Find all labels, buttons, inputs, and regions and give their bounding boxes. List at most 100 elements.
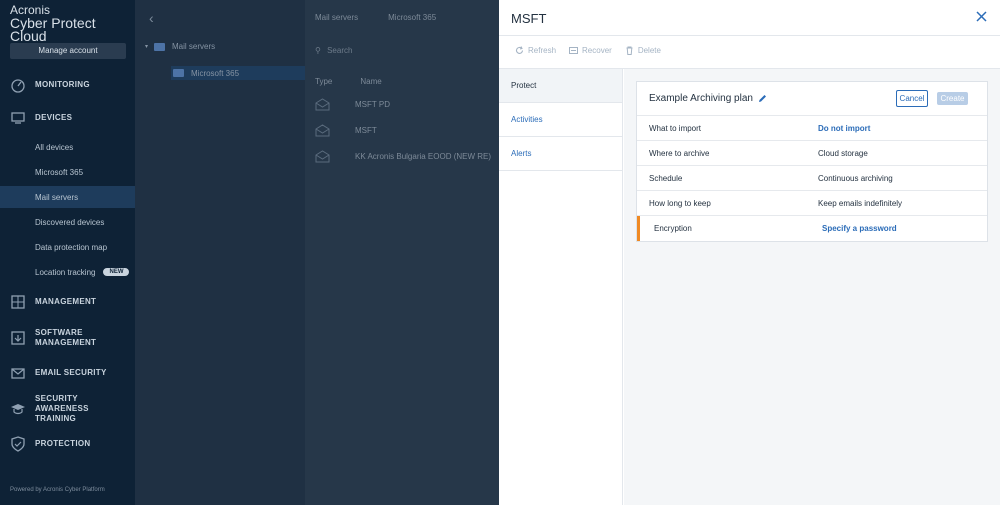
plan-row-key: Encryption [654, 224, 692, 233]
nav-item-label: Data protection map [35, 242, 108, 252]
row-name: MSFT PD [355, 100, 390, 109]
nav-software-management[interactable]: SOFTWARE MANAGEMENT [0, 327, 135, 349]
protect-content: Example Archiving plan Cancel Create Wha… [624, 69, 1000, 505]
search-icon: ⚲ [315, 46, 321, 55]
tree-item-label: Microsoft 365 [191, 68, 240, 78]
breadcrumb: Mail servers Microsoft 365 [315, 13, 436, 22]
monitoring-icon [11, 79, 25, 93]
plan-header: Example Archiving plan Cancel Create [637, 82, 987, 116]
edit-pencil-icon[interactable] [758, 94, 767, 103]
recover-label: Recover [582, 46, 612, 55]
table-row[interactable]: KK Acronis Bulgaria EOOD (NEW RE) [315, 150, 491, 163]
software-management-icon [11, 331, 25, 345]
nav-label: MANAGEMENT [35, 297, 97, 306]
refresh-label: Refresh [528, 46, 557, 55]
delete-button[interactable]: Delete [625, 46, 661, 55]
back-icon[interactable]: ‹ [149, 10, 154, 26]
manage-account-button[interactable]: Manage account [10, 43, 126, 59]
plan-row-value-link[interactable]: Do not import [818, 124, 870, 133]
tab-alerts[interactable]: Alerts [499, 137, 622, 171]
nav-label: SECURITY AWARENESS TRAINING [35, 394, 89, 423]
nav-label: PROTECTION [35, 439, 91, 448]
breadcrumb-item[interactable]: Microsoft 365 [388, 13, 436, 22]
nav-item-microsoft-365[interactable]: Microsoft 365 [0, 161, 135, 183]
divider [499, 35, 1000, 36]
nav-label: MONITORING [35, 80, 90, 89]
tab-protect[interactable]: Protect [499, 69, 622, 103]
plan-row-key: Schedule [649, 173, 683, 183]
email-security-icon [11, 368, 25, 379]
nav-management[interactable]: MANAGEMENT [0, 292, 135, 312]
close-icon[interactable] [976, 11, 987, 22]
refresh-button[interactable]: Refresh [515, 46, 556, 55]
nav-label: DEVICES [35, 113, 73, 122]
brand-logo: Acronis Cyber Protect Cloud [10, 4, 135, 44]
plan-row-value-link[interactable]: Specify a password [822, 224, 897, 233]
nav-label: EMAIL SECURITY [35, 368, 107, 377]
nav-item-label: Discovered devices [35, 217, 105, 227]
management-icon [11, 295, 25, 309]
table-row[interactable]: MSFT [315, 124, 377, 137]
nav-protection[interactable]: PROTECTION [0, 434, 135, 454]
folder-icon [154, 42, 166, 51]
nav-email-security[interactable]: EMAIL SECURITY [0, 363, 135, 383]
tab-activities[interactable]: Activities [499, 103, 622, 137]
drawer-tabs: Protect Activities Alerts [499, 69, 623, 505]
chevron-down-icon[interactable]: ▾ [145, 43, 148, 50]
nav-monitoring[interactable]: MONITORING [0, 75, 135, 95]
column-name[interactable]: Name [360, 77, 381, 86]
breadcrumb-item[interactable]: Mail servers [315, 13, 358, 22]
plan-row-how-long-to-keep[interactable]: How long to keep Keep emails indefinitel… [637, 191, 987, 216]
brand-product: Cyber Protect Cloud [10, 15, 96, 44]
tab-label: Alerts [511, 149, 532, 158]
mailbox-list: Mail servers Microsoft 365 ⚲ Search Type… [305, 0, 499, 505]
nav-devices[interactable]: DEVICES [0, 108, 135, 128]
search-input[interactable]: ⚲ Search [315, 46, 352, 55]
table-row[interactable]: MSFT PD [315, 98, 390, 111]
nav-item-data-protection-map[interactable]: Data protection map [0, 236, 135, 258]
plan-row-where-to-archive[interactable]: Where to archive Cloud storage [637, 141, 987, 166]
mailbox-icon [315, 98, 330, 111]
create-button[interactable]: Create [937, 92, 968, 105]
plan-row-value: Continuous archiving [818, 173, 893, 183]
details-drawer: MSFT Refresh Recover Delete Protect Acti… [499, 0, 1000, 505]
powered-by: Powered by Acronis Cyber Platform [10, 487, 105, 493]
mailbox-icon [315, 124, 330, 137]
tree-panel: ‹ ▾ Mail servers Microsoft 365 [135, 0, 305, 505]
nav-label: SOFTWARE MANAGEMENT [35, 328, 97, 347]
devices-icon [11, 112, 25, 124]
recover-button[interactable]: Recover [569, 46, 612, 55]
mailbox-icon [315, 150, 330, 163]
search-placeholder: Search [327, 46, 353, 55]
tree-item-label: Mail servers [172, 42, 216, 51]
archiving-plan-card: Example Archiving plan Cancel Create Wha… [636, 81, 988, 242]
table-header: Type Name [315, 77, 382, 86]
security-awareness-icon [11, 404, 25, 415]
nav-item-discovered-devices[interactable]: Discovered devices [0, 211, 135, 233]
plan-row-encryption[interactable]: Encryption Specify a password [637, 216, 987, 241]
nav-item-label: Mail servers [35, 192, 79, 202]
nav-item-label: Location tracking [35, 267, 96, 277]
column-type[interactable]: Type [315, 77, 332, 86]
trash-icon [626, 46, 633, 55]
plan-row-what-to-import[interactable]: What to import Do not import [637, 116, 987, 141]
nav-item-location-tracking[interactable]: Location tracking NEW [0, 261, 135, 283]
recover-icon [569, 47, 579, 54]
tree-item-microsoft-365[interactable]: Microsoft 365 [171, 66, 305, 80]
nav-item-label: All devices [35, 142, 74, 152]
drawer-title: MSFT [511, 11, 547, 26]
plan-row-key: What to import [649, 123, 702, 133]
nav-item-mail-servers[interactable]: Mail servers [0, 186, 135, 208]
tab-label: Protect [511, 81, 537, 90]
row-name: KK Acronis Bulgaria EOOD (NEW RE) [355, 152, 492, 161]
toolbar: Refresh Recover Delete [515, 46, 661, 55]
nav-security-awareness-training[interactable]: SECURITY AWARENESS TRAINING [0, 394, 135, 423]
tree-item-mail-servers[interactable]: ▾ Mail servers [145, 42, 215, 51]
plan-row-schedule[interactable]: Schedule Continuous archiving [637, 166, 987, 191]
nav-item-all-devices[interactable]: All devices [0, 136, 135, 158]
protection-icon [11, 436, 25, 452]
plan-row-key: Where to archive [649, 148, 710, 158]
cancel-button[interactable]: Cancel [896, 90, 928, 107]
refresh-icon [515, 46, 524, 54]
row-name: MSFT [355, 126, 377, 135]
